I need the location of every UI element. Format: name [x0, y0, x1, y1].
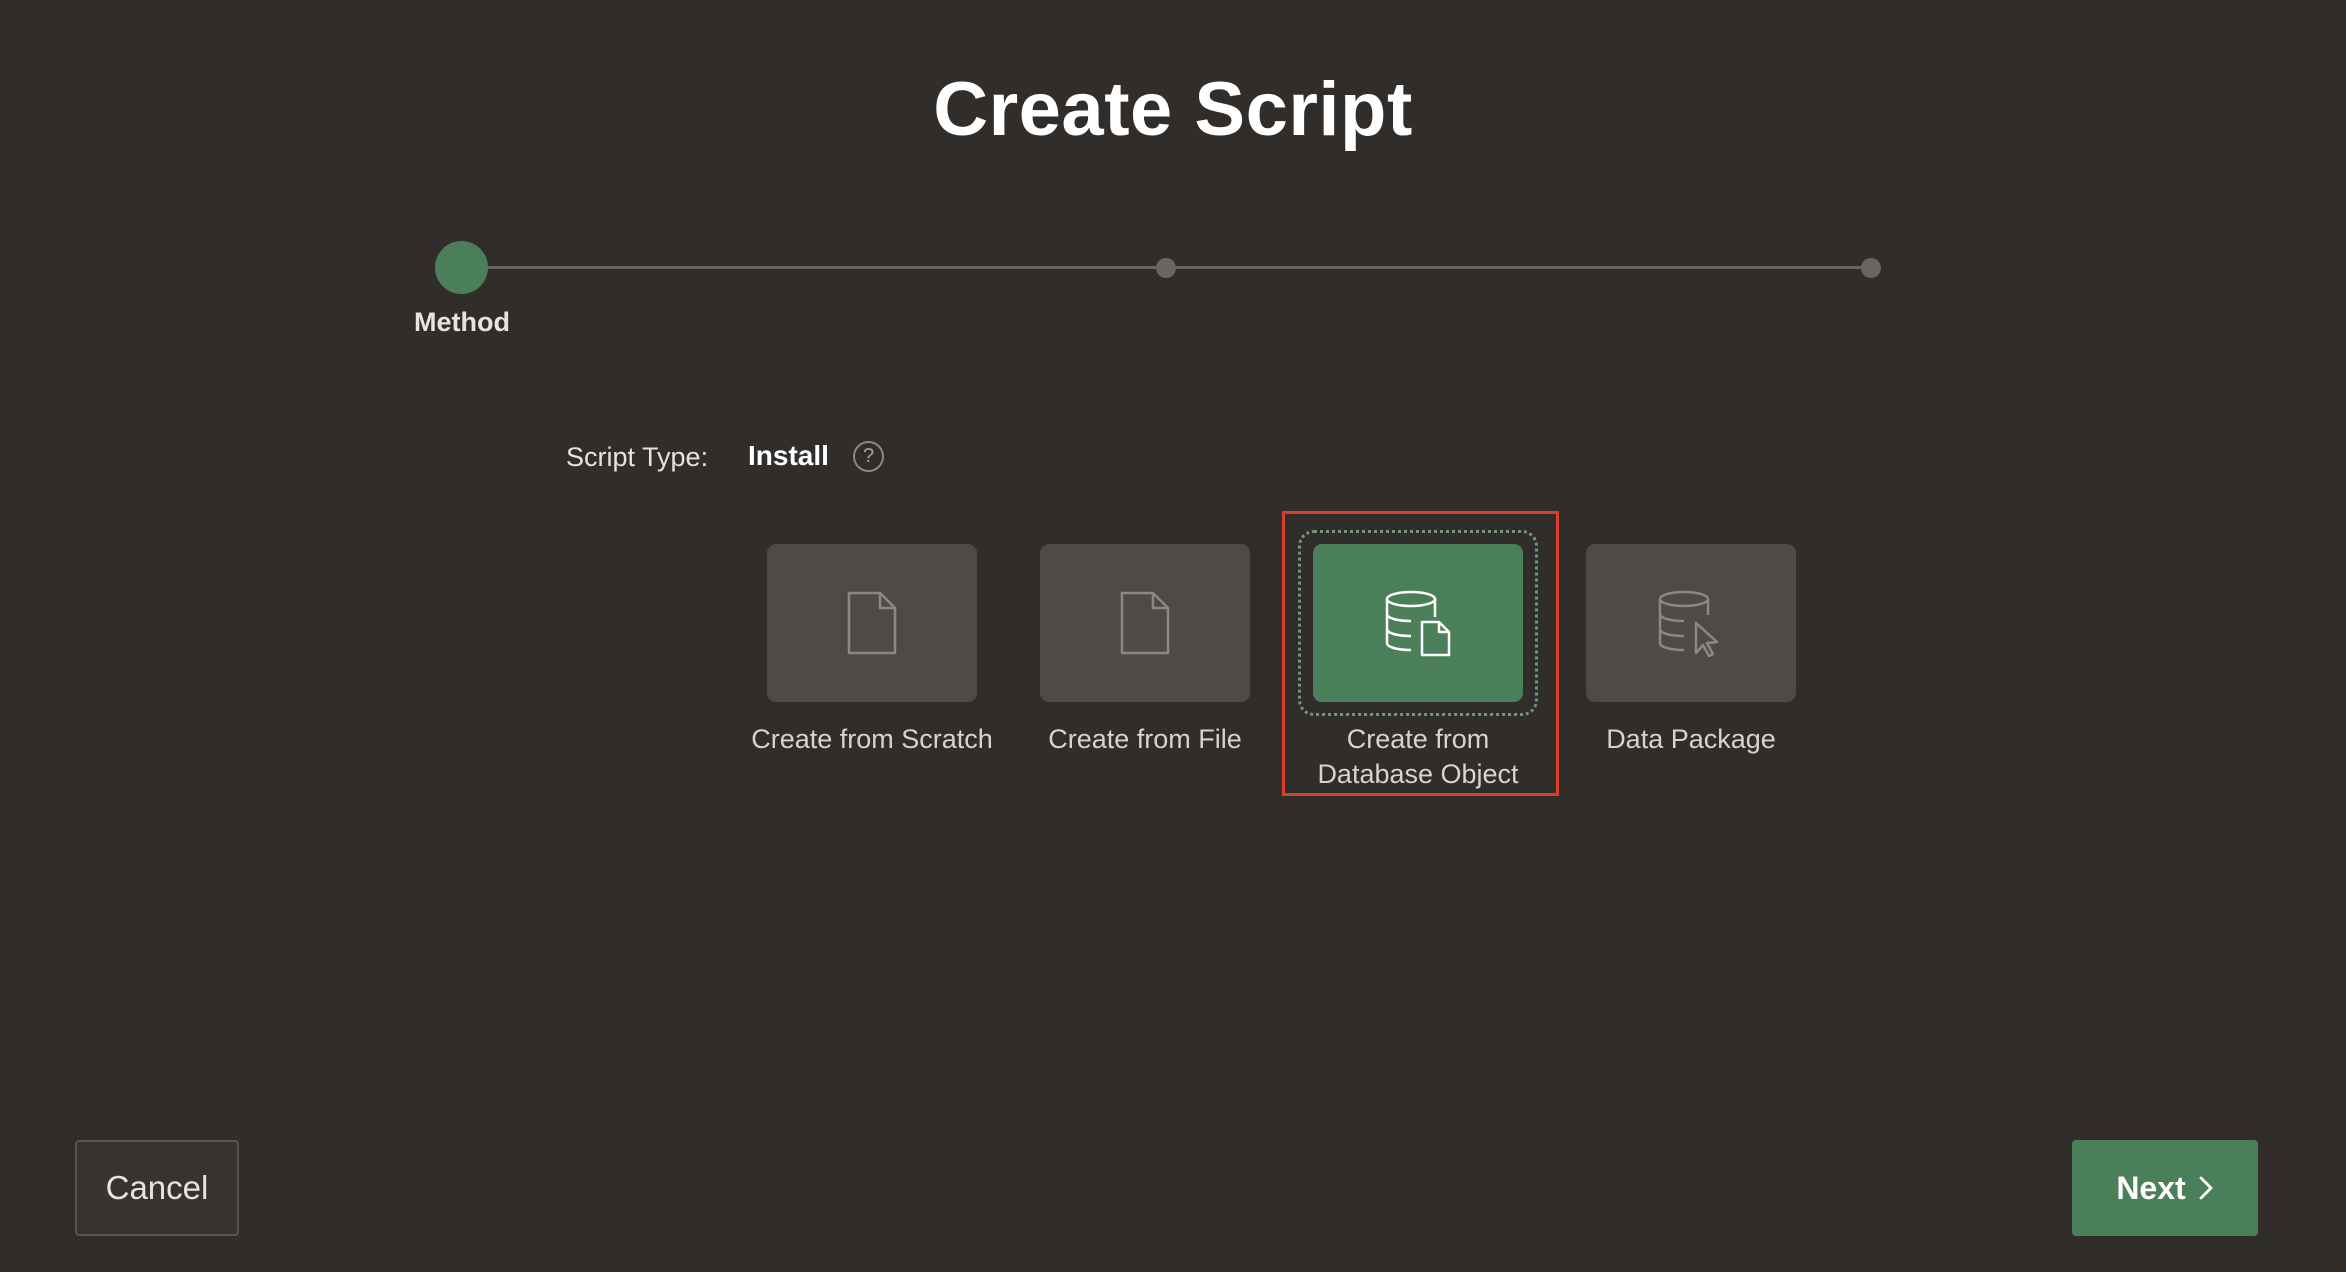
create-script-dialog: Create Script Method Script Type: Instal…: [0, 0, 2346, 1272]
database-cursor-icon: [1658, 590, 1719, 657]
train-step-2: [1156, 258, 1176, 278]
train-step-method[interactable]: [435, 241, 488, 294]
page-title: Create Script: [933, 67, 1413, 152]
option-tile[interactable]: [1040, 544, 1250, 702]
train-step-label: Method: [414, 307, 510, 337]
option-label: Create from Database Object: [1317, 724, 1519, 789]
cancel-button-label: Cancel: [105, 1169, 209, 1206]
option-label: Create from Scratch: [751, 724, 993, 754]
document-icon: [1120, 591, 1170, 655]
option-data-package[interactable]: Data Package: [1555, 544, 1827, 757]
option-label: Data Package: [1606, 724, 1776, 754]
option-create-from-file[interactable]: Create from File: [1009, 544, 1281, 757]
train-step-3: [1861, 258, 1881, 278]
script-type-label: Script Type:: [566, 442, 709, 472]
cancel-button[interactable]: Cancel: [75, 1140, 239, 1236]
chevron-right-icon: [2199, 1176, 2213, 1200]
option-create-from-database-object[interactable]: Create from Database Object: [1282, 544, 1554, 792]
option-create-from-scratch[interactable]: Create from Scratch: [736, 544, 1008, 757]
next-button-label: Next: [2116, 1169, 2186, 1206]
option-tile[interactable]: [1313, 544, 1523, 702]
option-tile[interactable]: [767, 544, 977, 702]
option-tile[interactable]: [1586, 544, 1796, 702]
option-label: Create from File: [1048, 724, 1242, 754]
help-circle-icon[interactable]: ?: [853, 441, 884, 472]
document-icon: [847, 591, 897, 655]
script-type-value: Install: [748, 440, 829, 471]
database-document-icon: [1385, 590, 1451, 657]
next-button[interactable]: Next: [2072, 1140, 2258, 1236]
